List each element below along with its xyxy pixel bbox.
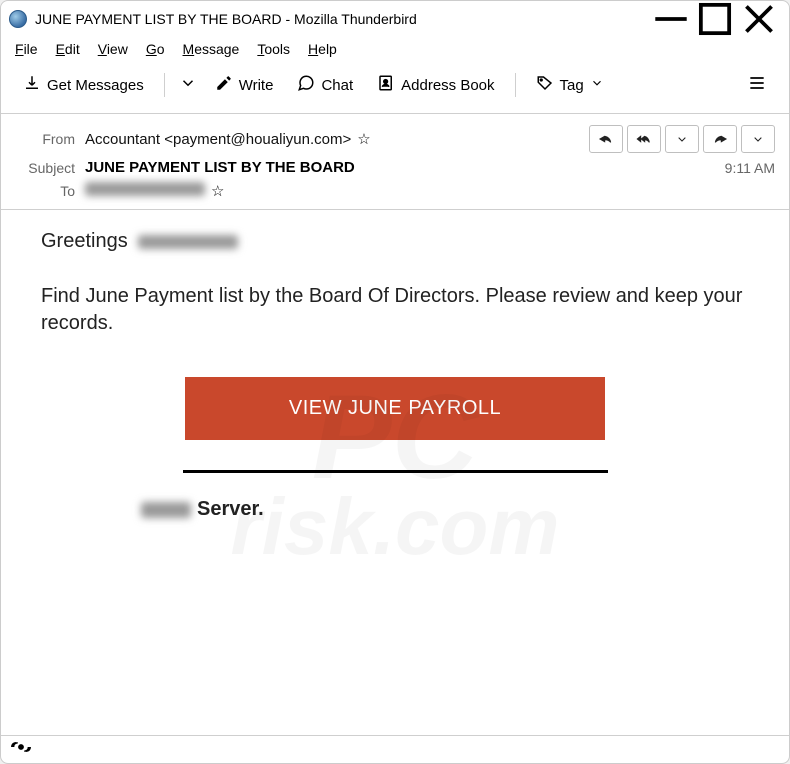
write-button[interactable]: Write bbox=[205, 68, 284, 102]
to-value bbox=[85, 182, 205, 200]
chevron-down-icon bbox=[179, 74, 197, 96]
pencil-icon bbox=[215, 74, 233, 96]
message-headers: From Accountant <payment@houaliyun.com> … bbox=[1, 114, 789, 210]
header-from-row: From Accountant <payment@houaliyun.com> … bbox=[15, 122, 775, 156]
download-icon bbox=[23, 74, 41, 96]
tag-label: Tag bbox=[560, 77, 584, 94]
menubar: File Edit View Go Message Tools Help bbox=[1, 37, 789, 63]
chat-label: Chat bbox=[321, 77, 353, 94]
tag-button[interactable]: Tag bbox=[526, 68, 614, 102]
separator bbox=[164, 73, 165, 97]
menu-view[interactable]: View bbox=[98, 41, 128, 57]
view-payroll-button[interactable]: VIEW JUNE PAYROLL bbox=[185, 377, 605, 440]
get-messages-label: Get Messages bbox=[47, 77, 144, 94]
hamburger-icon bbox=[747, 73, 767, 97]
menu-help[interactable]: Help bbox=[308, 41, 337, 57]
reply-dropdown[interactable] bbox=[665, 125, 699, 153]
from-label: From bbox=[15, 131, 75, 147]
signature-prefix-blurred bbox=[141, 502, 191, 518]
reply-button[interactable] bbox=[589, 125, 623, 153]
from-value: Accountant <payment@houaliyun.com> bbox=[85, 131, 351, 148]
star-icon[interactable]: ☆ bbox=[211, 182, 224, 200]
forward-button[interactable] bbox=[703, 125, 737, 153]
separator bbox=[515, 73, 516, 97]
maximize-button[interactable] bbox=[693, 4, 737, 34]
address-book-icon bbox=[377, 74, 395, 96]
activity-icon bbox=[11, 739, 31, 760]
write-label: Write bbox=[239, 77, 274, 94]
more-actions-dropdown[interactable] bbox=[741, 125, 775, 153]
app-icon bbox=[9, 10, 27, 28]
to-label: To bbox=[15, 183, 75, 199]
greeting-line: Greetings bbox=[41, 230, 749, 253]
reply-all-button[interactable] bbox=[627, 125, 661, 153]
message-actions bbox=[589, 125, 775, 153]
divider bbox=[183, 470, 608, 473]
app-window: JUNE PAYMENT LIST BY THE BOARD - Mozilla… bbox=[0, 0, 790, 764]
message-body: PC risk.com Greetings Find June Payment … bbox=[1, 210, 789, 735]
app-menu-button[interactable] bbox=[737, 67, 777, 103]
chevron-down-icon bbox=[590, 76, 604, 94]
minimize-button[interactable] bbox=[649, 4, 693, 34]
header-subject-row: Subject JUNE PAYMENT LIST BY THE BOARD 9… bbox=[15, 156, 775, 179]
menu-message[interactable]: Message bbox=[183, 41, 240, 57]
close-button[interactable] bbox=[737, 4, 781, 34]
menu-go[interactable]: Go bbox=[146, 41, 165, 57]
menu-edit[interactable]: Edit bbox=[56, 41, 80, 57]
window-title: JUNE PAYMENT LIST BY THE BOARD - Mozilla… bbox=[35, 11, 649, 27]
message-time: 9:11 AM bbox=[725, 160, 775, 176]
greeting-recipient-blurred bbox=[138, 235, 238, 249]
subject-value: JUNE PAYMENT LIST BY THE BOARD bbox=[85, 159, 355, 176]
star-icon[interactable]: ☆ bbox=[357, 130, 370, 148]
chat-icon bbox=[297, 74, 315, 96]
chat-button[interactable]: Chat bbox=[287, 68, 363, 102]
tag-icon bbox=[536, 74, 554, 96]
menu-tools[interactable]: Tools bbox=[257, 41, 290, 57]
header-to-row: To ☆ bbox=[15, 179, 775, 203]
toolbar: Get Messages Write Chat Address Book bbox=[1, 63, 789, 114]
get-messages-dropdown[interactable] bbox=[175, 68, 201, 102]
menu-file[interactable]: File bbox=[15, 41, 38, 57]
address-book-button[interactable]: Address Book bbox=[367, 68, 504, 102]
window-controls bbox=[649, 4, 781, 34]
statusbar bbox=[1, 735, 789, 763]
titlebar: JUNE PAYMENT LIST BY THE BOARD - Mozilla… bbox=[1, 1, 789, 37]
subject-label: Subject bbox=[15, 160, 75, 176]
address-book-label: Address Book bbox=[401, 77, 494, 94]
greeting-prefix: Greetings bbox=[41, 230, 128, 253]
signature-suffix: Server. bbox=[197, 498, 264, 521]
signature-line: Server. bbox=[141, 498, 749, 521]
body-main-text: Find June Payment list by the Board Of D… bbox=[41, 283, 749, 337]
get-messages-button[interactable]: Get Messages bbox=[13, 68, 154, 102]
